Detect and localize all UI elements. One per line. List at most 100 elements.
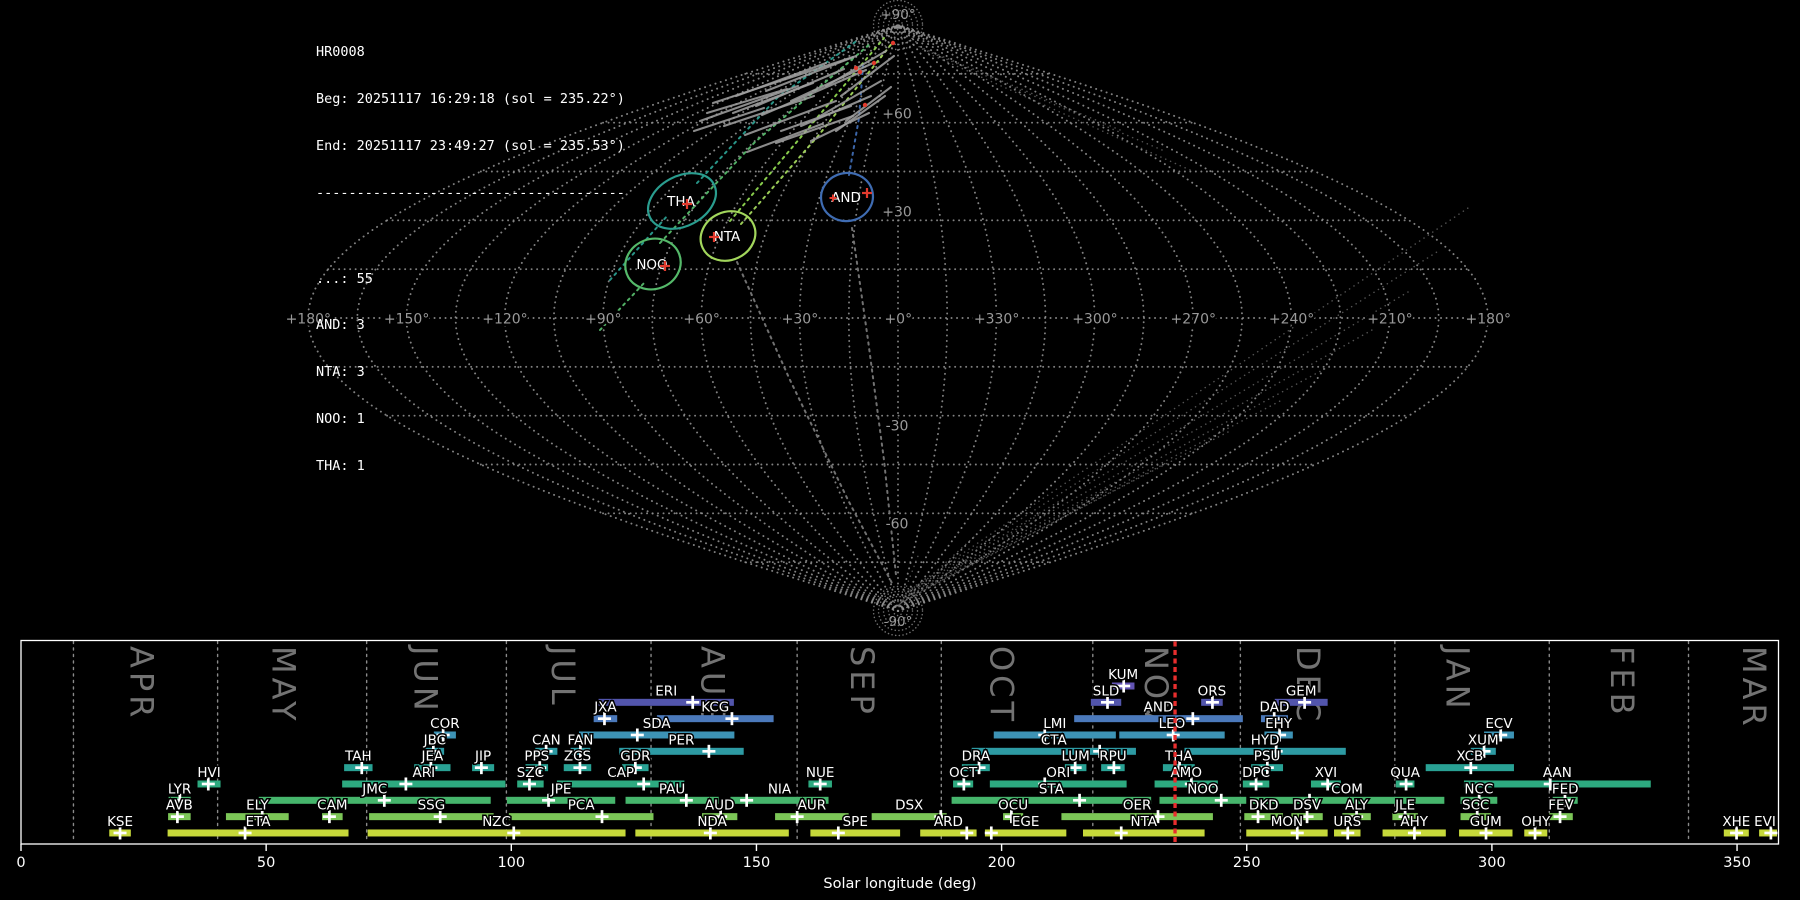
shower-code-label: OHY: [1521, 814, 1551, 830]
shower-DPC: DPC: [1241, 763, 1272, 791]
shower-code-label: CAP: [607, 765, 634, 781]
shower-code-label: JXA: [593, 700, 617, 716]
current-sol-marker: [1173, 641, 1177, 843]
shower-code-label: SPE: [843, 814, 868, 830]
meteor-radiant-screen: +180° +150° +120° +90° +60° +30° +0° +330° +300°…: [0, 0, 1800, 900]
shower-code-label: XVI: [1315, 765, 1337, 781]
shower-code-label: URS: [1333, 814, 1361, 830]
x-axis-tick-label: 0: [16, 855, 25, 871]
count-AND: AND: 3: [316, 317, 365, 334]
shower-code-label: ARD: [934, 814, 963, 830]
shower-code-label: PPS: [524, 749, 549, 765]
shower-code-label: JIP: [474, 749, 491, 765]
shower-code-label: GDR: [620, 749, 650, 765]
shower-code-label: SSG: [418, 798, 446, 814]
shower-code-label: COM: [1331, 781, 1363, 797]
shower-code-label: ECV: [1485, 716, 1513, 732]
shower-code-label: HYD: [1251, 732, 1280, 748]
shower-code-label: ETA: [246, 814, 272, 830]
shower-code-label: RPU: [1099, 749, 1126, 765]
shower-code-label: PCA: [568, 798, 596, 814]
great-circle-extension: [924, 51, 1191, 171]
shower-XCB: XCB: [1425, 747, 1514, 775]
month-label: FEB: [1603, 646, 1641, 719]
shower-code-label: CAM: [317, 798, 347, 814]
shower-code-label: EGE: [1012, 814, 1040, 830]
shower-NDA: NDA: [635, 812, 789, 840]
shower-code-label: NIA: [768, 781, 792, 797]
shower-code-label: ARI: [412, 765, 435, 781]
activity-bar: [951, 796, 1152, 804]
x-axis-tick-label: 350: [1723, 855, 1751, 871]
great-circle-extension: [904, 365, 1331, 597]
shower-code-label: OCU: [998, 798, 1028, 814]
shower-code-label: OCT: [949, 765, 978, 781]
end-time: End: 20251117 23:49:27 (sol = 235.53°): [316, 137, 625, 154]
radiant-trace: [736, 261, 894, 586]
latitude-label: +60: [882, 107, 912, 123]
shower-code-label: XHE: [1722, 814, 1750, 830]
shower-code-label: EHY: [1265, 716, 1293, 732]
meteor-trail: [711, 55, 855, 105]
shower-code-label: DSV: [1293, 798, 1322, 814]
month-label: APR: [123, 646, 161, 721]
activity-bar: [369, 813, 494, 821]
great-circle-extension: [919, 47, 1163, 151]
shower-NUE: NUE: [804, 763, 836, 791]
x-axis-tick-label: 200: [988, 855, 1016, 871]
pole-label-south: -90°: [884, 614, 913, 630]
shower-code-label: LYR: [168, 781, 191, 797]
shower-HVI: HVI: [196, 763, 222, 791]
month-label: JUL: [544, 644, 582, 709]
shower-code-label: FEV: [1548, 798, 1574, 814]
meteor-end-dot: [862, 102, 868, 108]
shower-code-label: QUA: [1390, 765, 1421, 781]
shower-code-label: AUD: [705, 798, 735, 814]
activity-bar: [508, 813, 654, 821]
shower-code-label: NTA: [1131, 814, 1158, 830]
shower-code-label: DAD: [1260, 700, 1290, 716]
shower-code-label: SDA: [643, 716, 672, 732]
shower-code-label: NCC: [1464, 781, 1493, 797]
shower-code-label: THA: [1164, 749, 1193, 765]
shower-XHE: XHE: [1721, 812, 1752, 840]
shower-ZCS: ZCS: [562, 747, 593, 775]
longitude-label: +0°: [884, 312, 912, 328]
shower-code-label: OER: [1123, 798, 1152, 814]
latitude-label: +30: [882, 204, 912, 220]
activity-bar: [775, 813, 849, 821]
longitude-label: +240°: [1269, 312, 1314, 328]
x-axis-title: Solar longitude (deg): [823, 876, 976, 892]
shower-OCT: OCT: [947, 763, 980, 791]
shower-code-label: KUM: [1108, 667, 1138, 683]
count-NTA: NTA: 3: [316, 364, 365, 381]
shower-code-label: ORI: [1046, 765, 1070, 781]
meteor-end-dot: [871, 60, 877, 66]
activity-bar: [810, 829, 901, 837]
shower-code-label: LMI: [1043, 716, 1066, 732]
meteor-trail: [764, 54, 858, 93]
month-label: JUN: [406, 644, 444, 715]
shower-code-label: ELY: [246, 798, 269, 814]
activity-bar: [167, 829, 349, 837]
shower-code-label: JMC: [361, 781, 387, 797]
shower-code-label: NDA: [697, 814, 727, 830]
shower-code-label: ALY: [1345, 798, 1369, 814]
shower-code-label: JEA: [420, 749, 444, 765]
shower-code-label: FED: [1552, 781, 1579, 797]
longitude-label: +60°: [683, 312, 720, 328]
count-NOO: NOO: 1: [316, 410, 365, 427]
activity-bar: [1246, 829, 1328, 837]
activity-chart: APR MAY JUN JUL AUG SEP OCT NOV DEC JAN FEB MAR KUM…: [16, 639, 1780, 892]
shower-code-label: DKD: [1249, 798, 1279, 814]
shower-URS: URS: [1332, 812, 1363, 840]
count-sporadic: ...: 55: [316, 270, 373, 287]
shower-code-label: NZC: [482, 814, 511, 830]
shower-code-label: JBC: [423, 732, 446, 748]
shower-activity-bars: KUM ERI SLD ORS GEM JXA KCG AND DAD COR SDA LMI LEO E…: [106, 666, 1778, 840]
great-circle-extension: [905, 329, 1373, 595]
shower-code-label: AND: [1144, 700, 1174, 716]
shower-code-label: STA: [1039, 781, 1065, 797]
shower-JXA: JXA: [592, 698, 619, 726]
shower-code-label: XUM: [1468, 732, 1499, 748]
